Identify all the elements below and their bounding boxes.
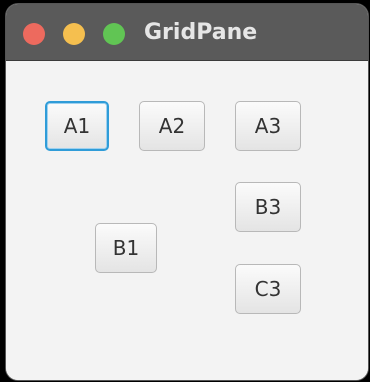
title-bar[interactable]: GridPane bbox=[6, 4, 368, 61]
button-b3[interactable]: B3 bbox=[235, 182, 301, 232]
zoom-window-icon[interactable] bbox=[103, 23, 125, 45]
grid-pane: A1 A2 A3 B3 B1 C3 bbox=[6, 61, 368, 380]
button-a2[interactable]: A2 bbox=[139, 101, 205, 151]
button-c3[interactable]: C3 bbox=[235, 264, 301, 314]
button-b1[interactable]: B1 bbox=[95, 223, 157, 273]
button-a1[interactable]: A1 bbox=[45, 101, 109, 151]
window-title: GridPane bbox=[144, 20, 258, 45]
button-a3[interactable]: A3 bbox=[235, 101, 301, 151]
close-window-icon[interactable] bbox=[23, 23, 45, 45]
app-window: GridPane A1 A2 A3 B3 B1 C3 bbox=[6, 4, 368, 380]
minimize-window-icon[interactable] bbox=[63, 23, 85, 45]
